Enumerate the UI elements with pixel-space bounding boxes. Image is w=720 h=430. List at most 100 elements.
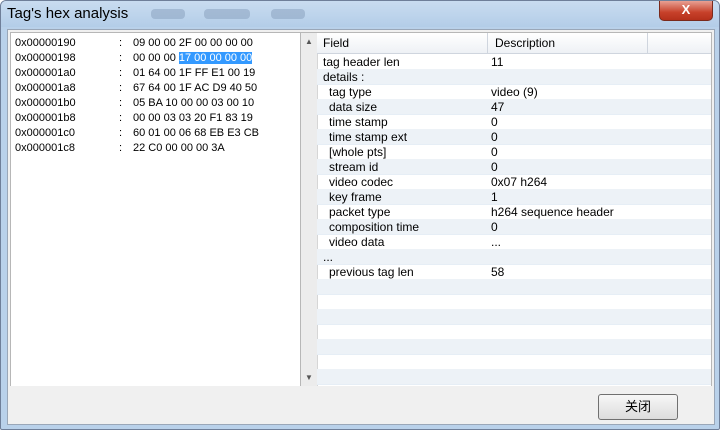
hex-bytes: 05 BA 10 00 00 03 00 10	[133, 97, 254, 109]
field-table: Field Description tag header len 11 detail…	[317, 33, 711, 387]
table-row[interactable]: composition time 0	[317, 219, 711, 235]
table-row[interactable]	[317, 324, 711, 340]
hex-bytes: 22 C0 00 00 00 3A	[133, 142, 225, 154]
hex-bytes-text: 01 64 00 1F FF E1 00 19	[133, 67, 256, 79]
field-cell: video codec	[329, 175, 394, 189]
field-cell: packet type	[329, 205, 391, 219]
blurred-menu-item	[204, 9, 250, 19]
table-row[interactable]: previous tag len 58	[317, 264, 711, 280]
table-row[interactable]: time stamp 0	[317, 114, 711, 130]
blurred-menu-item	[151, 9, 185, 19]
hex-bytes: 00 00 03 03 20 F1 83 19	[133, 112, 253, 124]
hex-address: 0x000001c0	[15, 127, 75, 139]
vertical-scrollbar[interactable]: ▲ ▼	[301, 33, 318, 387]
description-cell: 58	[491, 265, 505, 279]
hex-separator: :	[119, 82, 123, 94]
field-cell: data size	[329, 100, 378, 114]
field-cell: composition time	[329, 220, 420, 234]
hex-address: 0x00000190	[15, 37, 76, 49]
table-header: Field Description	[317, 33, 711, 54]
field-cell: tag type	[329, 85, 372, 99]
description-cell: h264 sequence header	[491, 205, 614, 219]
hex-selected-bytes[interactable]: 17 00 00 00 00	[178, 52, 253, 64]
scroll-down-icon[interactable]: ▼	[305, 373, 313, 382]
table-row[interactable]: packet type h264 sequence header	[317, 204, 711, 220]
field-cell: key frame	[329, 190, 382, 204]
description-cell: 0	[491, 145, 498, 159]
table-row[interactable]: tag type video (9)	[317, 84, 711, 100]
hex-bytes-text: 00 00 03 03 20 F1 83 19	[133, 112, 253, 124]
hex-bytes: 00 00 00 17 00 00 00 00	[133, 52, 253, 64]
table-row[interactable]: video codec 0x07 h264	[317, 174, 711, 190]
field-cell: tag header len	[323, 55, 400, 69]
column-divider[interactable]	[647, 33, 648, 53]
table-row[interactable]: tag header len 11	[317, 54, 711, 70]
table-row[interactable]: details :	[317, 69, 711, 85]
hex-separator: :	[119, 112, 123, 124]
field-cell: [whole pts]	[329, 145, 387, 159]
field-cell: time stamp	[329, 115, 388, 129]
table-row[interactable]: video data...	[317, 234, 711, 250]
blurred-menu-item	[271, 9, 305, 19]
description-cell: 11	[491, 55, 504, 69]
title-bar[interactable]: Tag's hex analysis X	[1, 1, 719, 27]
table-row[interactable]: time stamp ext 0	[317, 129, 711, 145]
description-cell: ...	[491, 235, 502, 249]
hex-bytes-text: 22 C0 00 00 00 3A	[133, 142, 225, 154]
table-row[interactable]: stream id 0	[317, 159, 711, 175]
description-cell: 0	[491, 115, 498, 129]
window-close-button[interactable]: X	[659, 1, 713, 21]
button-bar: 关闭	[8, 386, 714, 424]
description-cell: 0	[491, 130, 498, 144]
hex-bytes: 01 64 00 1F FF E1 00 19	[133, 67, 255, 79]
description-cell: 47	[491, 100, 505, 114]
hex-separator: :	[119, 127, 123, 139]
table-row[interactable]	[317, 354, 711, 370]
description-cell: video (9)	[491, 85, 538, 99]
table-row[interactable]	[317, 279, 711, 295]
column-header-description[interactable]: Description	[495, 36, 555, 50]
table-row[interactable]: key frame 1	[317, 189, 711, 205]
hex-separator: :	[119, 142, 123, 154]
hex-bytes-text: 09 00 00 2F 00 00 00 00	[133, 37, 253, 49]
hex-address: 0x000001c8	[15, 142, 75, 154]
description-cell: 0	[491, 160, 498, 174]
hex-bytes-text: 00 00 00	[133, 52, 179, 64]
field-cell: previous tag len	[329, 265, 414, 279]
hex-bytes-text: 05 BA 10 00 00 03 00 10	[133, 97, 255, 109]
field-cell: ...	[323, 250, 334, 264]
hex-address: 0x000001b8	[15, 112, 76, 124]
field-table-panel: ▲ ▼ Field Description tag header len 11 de…	[300, 32, 712, 388]
hex-bytes: 09 00 00 2F 00 00 00 00	[133, 37, 253, 49]
hex-bytes-text: 67 64 00 1F AC D9 40 50	[133, 82, 258, 94]
window-title: Tag's hex analysis	[7, 5, 129, 22]
column-divider[interactable]	[487, 33, 488, 53]
table-row[interactable]: ...	[317, 249, 711, 265]
table-row[interactable]	[317, 339, 711, 355]
hex-separator: :	[119, 97, 123, 109]
hex-separator: :	[119, 67, 123, 79]
table-row[interactable]: [whole pts] 0	[317, 144, 711, 160]
table-row[interactable]	[317, 369, 711, 385]
hex-address: 0x00000198	[15, 52, 76, 64]
hex-address: 0x000001a0	[15, 67, 76, 79]
hex-address: 0x000001b0	[15, 97, 76, 109]
hex-separator: :	[119, 37, 123, 49]
field-cell: details :	[323, 70, 365, 84]
hex-bytes: 60 01 00 06 68 EB E3 CB	[133, 127, 259, 139]
field-cell: time stamp ext	[329, 130, 408, 144]
table-row[interactable]	[317, 309, 711, 325]
close-dialog-button[interactable]: 关闭	[598, 394, 678, 420]
description-cell: 0	[491, 220, 498, 234]
analysis-window: Tag's hex analysis X 0x00000190:09 00 00…	[0, 0, 720, 430]
scroll-up-icon[interactable]: ▲	[305, 37, 313, 46]
field-cell: video data	[329, 235, 385, 249]
hex-dump-panel[interactable]: 0x00000190:09 00 00 2F 00 00 00 00 0x0000…	[10, 32, 302, 388]
dialog-client-area: 0x00000190:09 00 00 2F 00 00 00 00 0x0000…	[7, 29, 715, 425]
hex-separator: :	[119, 52, 123, 64]
description-cell: 0x07 h264	[491, 175, 548, 189]
table-row[interactable]	[317, 294, 711, 310]
description-cell: 1	[491, 190, 498, 204]
column-header-field[interactable]: Field	[323, 36, 349, 50]
table-row[interactable]: data size 47	[317, 99, 711, 115]
